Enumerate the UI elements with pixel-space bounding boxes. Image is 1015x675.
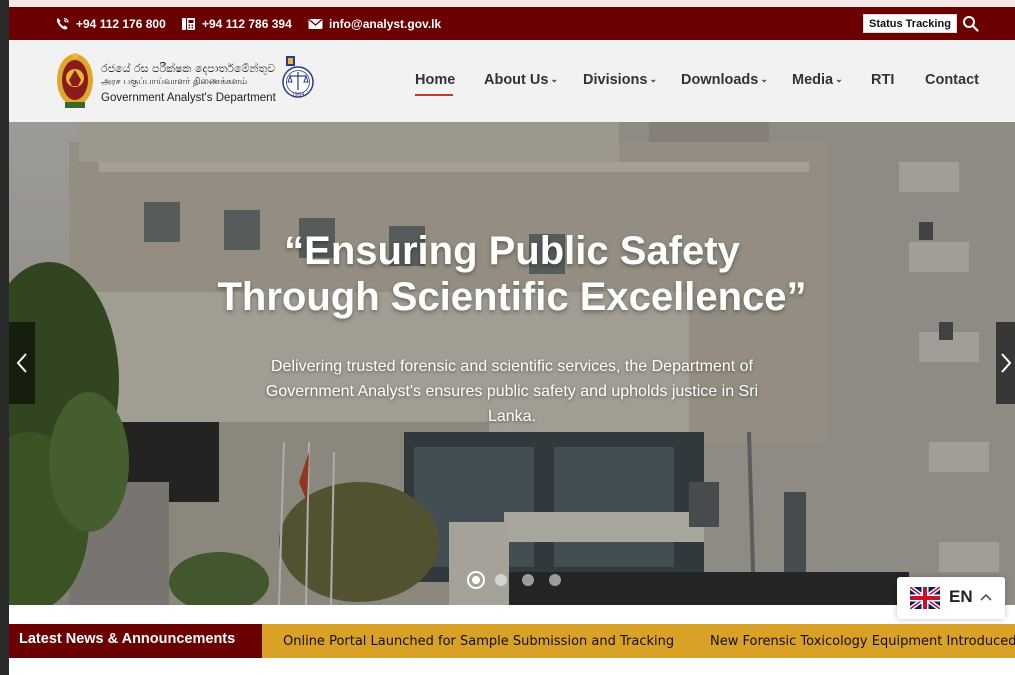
language-switcher[interactable]: EN xyxy=(897,577,1005,619)
slider-dot-2[interactable] xyxy=(495,574,507,586)
phone-icon xyxy=(56,17,69,29)
nav-active-indicator xyxy=(415,94,453,96)
nav-item-contact[interactable]: Contact xyxy=(925,72,979,88)
slider-dot-4[interactable] xyxy=(549,574,561,586)
search-icon[interactable] xyxy=(962,15,979,32)
site-header: රජයේ රස පරීක්ෂක දෙපාර්තමේන්තුව அரச பகுப்… xyxy=(9,40,1015,122)
nav-item-downloads[interactable]: Downloads ⌄ xyxy=(681,72,768,88)
envelope-icon xyxy=(308,18,323,29)
nav-rti-label: RTI xyxy=(871,72,895,88)
status-tracking-button[interactable]: Status Tracking xyxy=(863,14,957,33)
seal-year: 1904 xyxy=(292,92,305,98)
uk-flag-icon xyxy=(910,587,940,609)
hero-slider: “Ensuring Public Safety Through Scientif… xyxy=(9,122,1015,605)
nav-contact-label: Contact xyxy=(925,72,979,88)
news-item-2[interactable]: New Forensic Toxicology Equipment Introd… xyxy=(710,634,1015,649)
email-address: info@analyst.gov.lk xyxy=(329,16,442,31)
nav-item-rti[interactable]: RTI xyxy=(871,72,894,88)
phone-number: +94 112 176 800 xyxy=(76,16,166,31)
chevron-right-icon xyxy=(1000,353,1011,373)
nav-item-divisions[interactable]: Divisions ⌄ xyxy=(583,72,657,88)
nav-item-home[interactable]: Home xyxy=(415,72,455,88)
chevron-up-icon xyxy=(980,593,992,601)
chevron-down-icon: ⌄ xyxy=(550,74,558,84)
hero-title-line-2: Through Scientific Excellence” xyxy=(217,275,807,319)
fax-number: +94 112 786 394 xyxy=(202,16,292,31)
sri-lanka-emblem-icon xyxy=(57,53,93,108)
news-item-1[interactable]: Online Portal Launched for Sample Submis… xyxy=(283,634,674,649)
top-strip xyxy=(9,0,1015,7)
hero-title-line-1: “Ensuring Public Safety xyxy=(284,229,740,273)
slider-next-button[interactable] xyxy=(996,322,1015,404)
email-contact[interactable]: info@analyst.gov.lk xyxy=(308,7,441,40)
slider-dot-1[interactable] xyxy=(467,571,485,589)
top-bar: +94 112 176 800 +94 112 786 394 info@ana… xyxy=(9,7,1015,40)
department-seal-icon: 1904 xyxy=(282,56,314,98)
slider-prev-button[interactable] xyxy=(9,322,35,404)
chevron-left-icon xyxy=(16,353,27,373)
nav-divisions-label: Divisions xyxy=(583,72,648,88)
nav-home-label: Home xyxy=(415,72,456,88)
nav-media-label: Media xyxy=(792,72,834,88)
nav-item-media[interactable]: Media ⌄ xyxy=(792,72,843,88)
phone-contact[interactable]: +94 112 176 800 xyxy=(55,7,166,40)
logo-sinhala: රජයේ රස පරීක්ෂක දෙපාර්තමේන්තුව xyxy=(101,62,276,75)
window-edge xyxy=(0,0,9,675)
nav-item-about-us[interactable]: About Us ⌄ xyxy=(484,72,558,88)
chevron-down-icon: ⌄ xyxy=(835,74,843,84)
hero-title: “Ensuring Public Safety Through Scientif… xyxy=(9,228,1015,320)
fax-icon xyxy=(182,17,195,30)
language-code: EN xyxy=(949,587,973,606)
news-ticker: Latest News & Announcements Online Porta… xyxy=(9,624,1015,658)
hero-subtitle: Delivering trusted forensic and scientif… xyxy=(265,358,759,425)
logo-english: Government Analyst's Department xyxy=(101,92,276,104)
logo-text: රජයේ රස පරීක්ෂක දෙපාර්තමේන්තුව அரச பகுப்… xyxy=(101,62,276,106)
fax-contact[interactable]: +94 112 786 394 xyxy=(181,7,292,40)
nav-downloads-label: Downloads xyxy=(681,72,759,88)
page: +94 112 176 800 +94 112 786 394 info@ana… xyxy=(0,0,1015,675)
chevron-down-icon: ⌄ xyxy=(649,74,658,84)
news-ticker-label: Latest News & Announcements xyxy=(9,624,262,658)
nav-about-label: About Us xyxy=(484,72,549,88)
chevron-down-icon: ⌄ xyxy=(760,74,768,84)
slider-dot-3[interactable] xyxy=(522,574,534,586)
site-logo[interactable]: රජයේ රස පරීක්ෂක දෙපාර්තමේන්තුව அரச பகுப்… xyxy=(55,50,317,112)
logo-tamil: அரச பகுப்பாய்வாளர் திணைக்களம் xyxy=(101,77,248,87)
